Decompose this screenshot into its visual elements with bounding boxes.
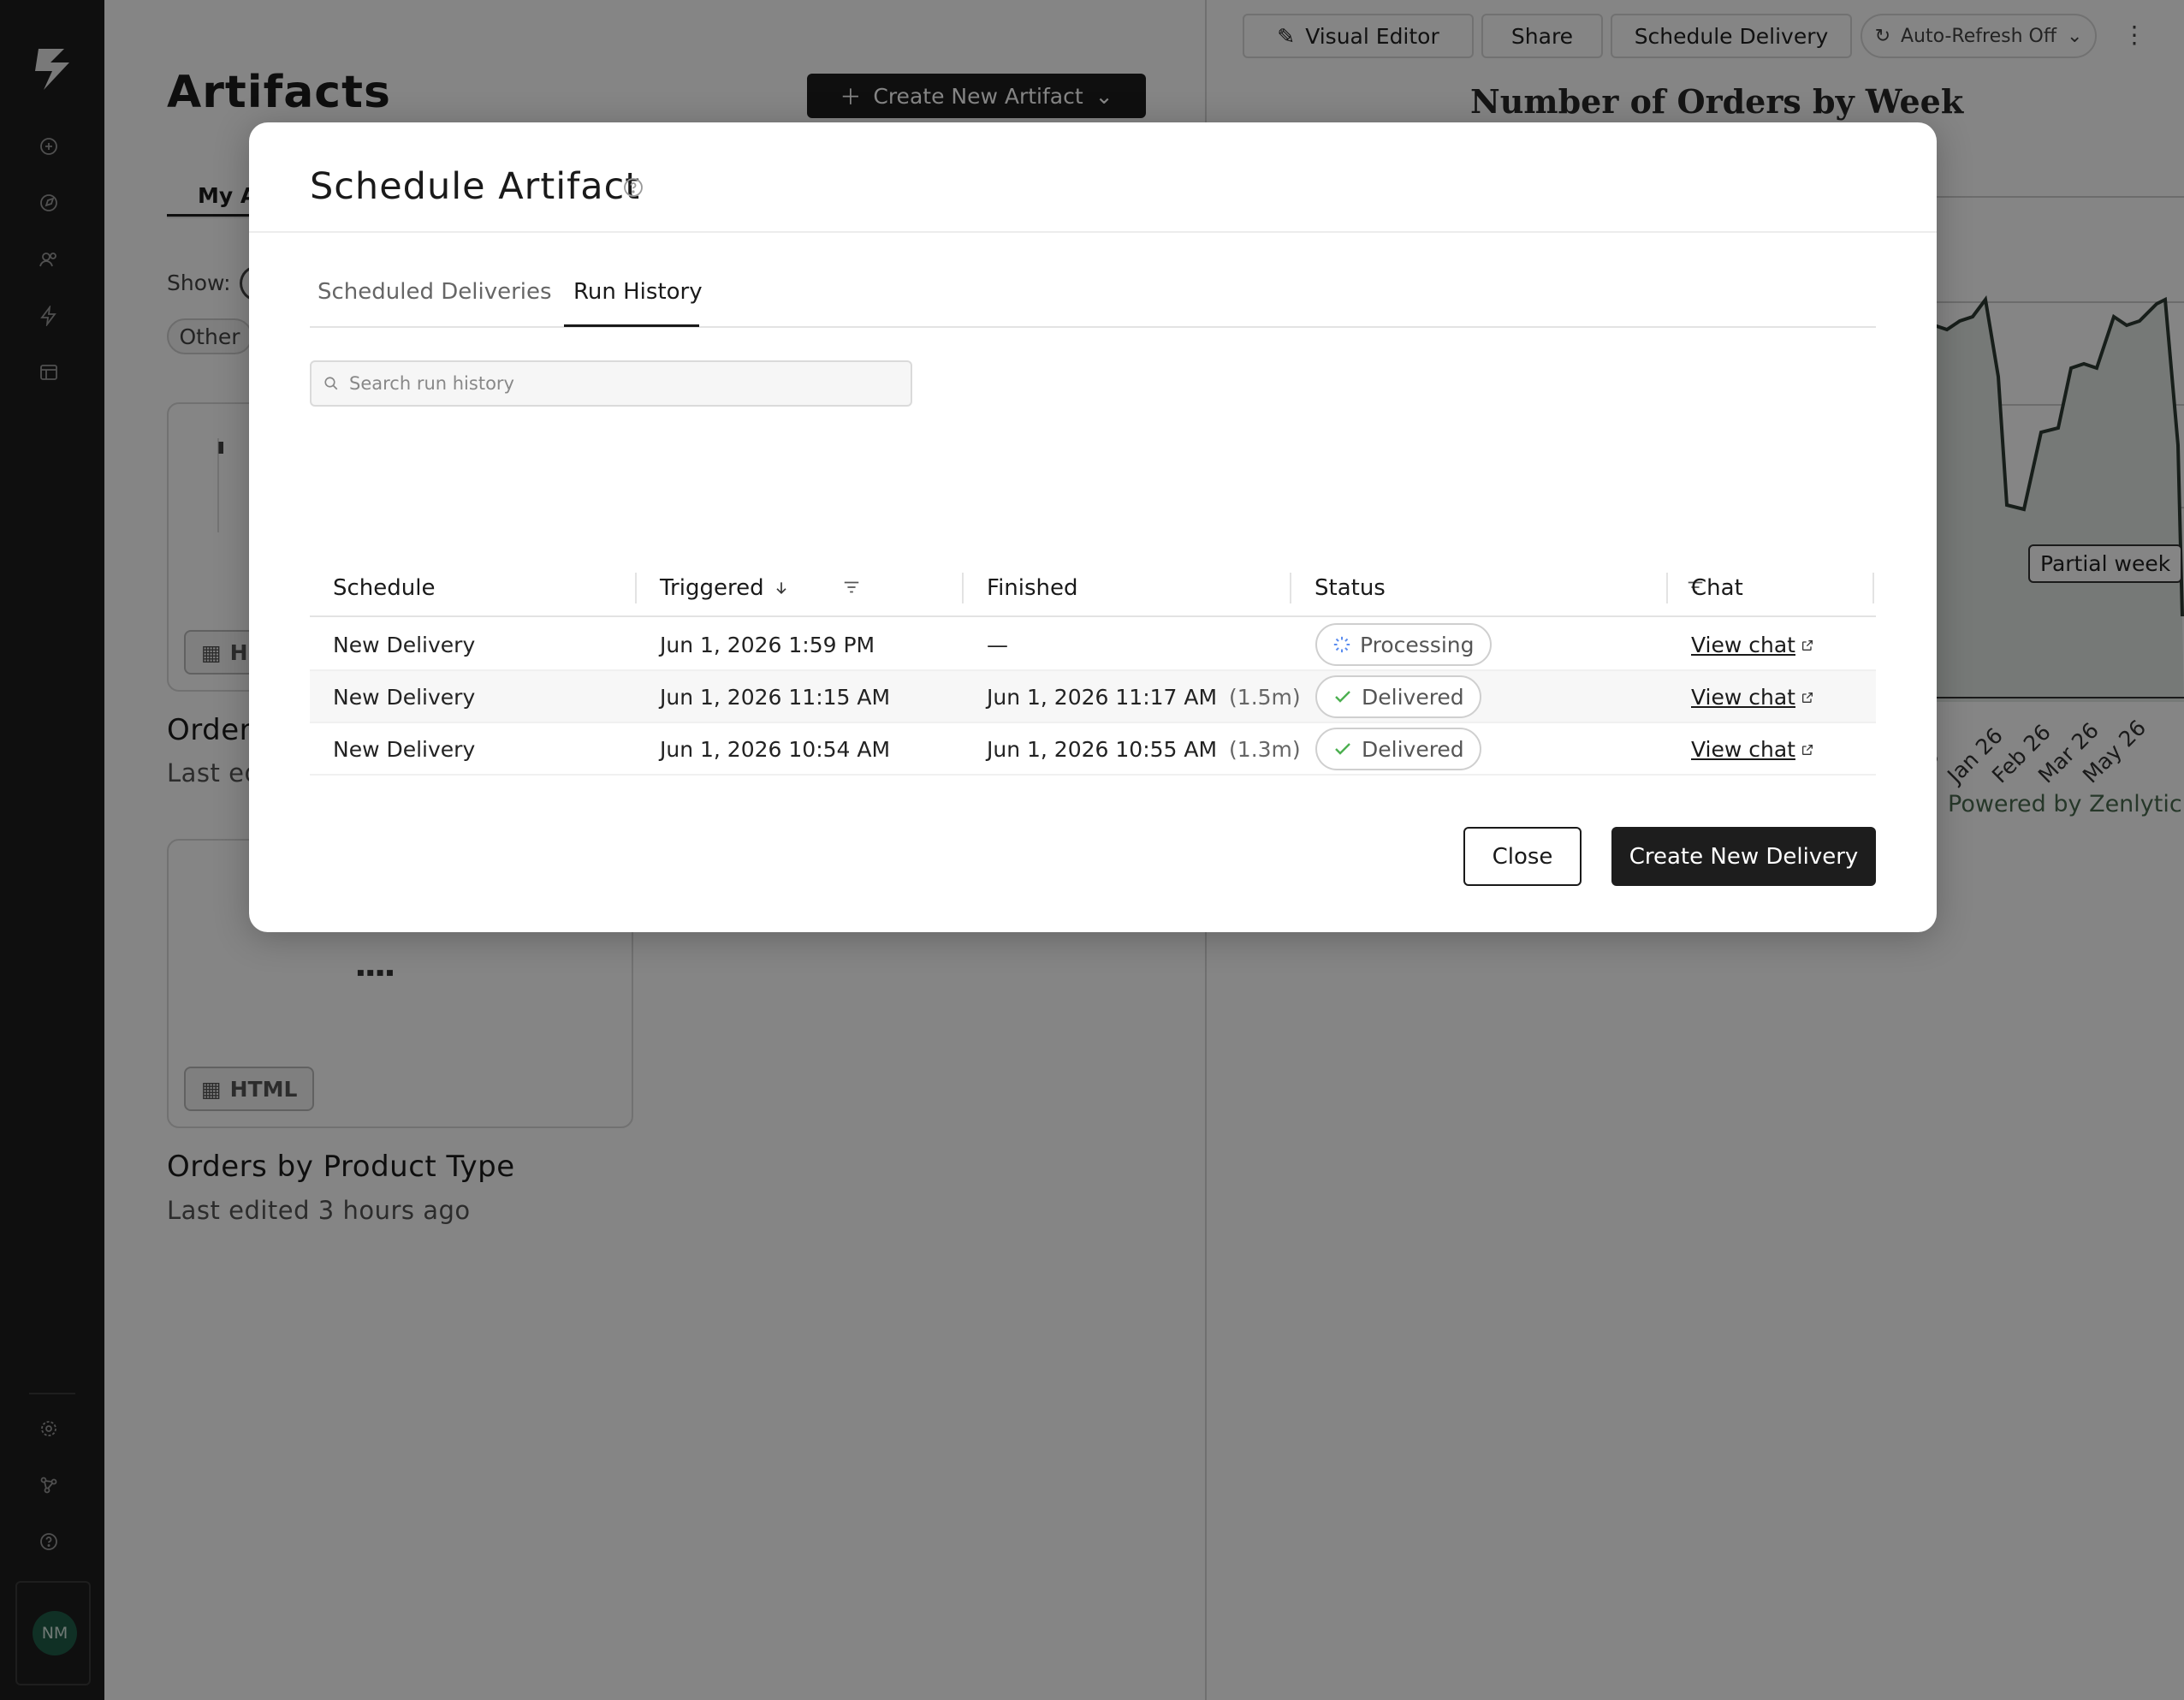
modal-header-divider — [249, 231, 1937, 233]
column-separator[interactable] — [1666, 573, 1668, 603]
external-link-icon — [1802, 639, 1813, 651]
schedule-artifact-modal: Schedule Artifact Scheduled Deliveries R… — [249, 122, 1937, 932]
cell-chat: View chat — [1691, 723, 1814, 776]
cell-finished: — — [987, 633, 1008, 657]
run-duration: (1.5m) — [1229, 685, 1301, 710]
column-header-schedule[interactable]: Schedule — [333, 559, 435, 617]
cell-triggered: Jun 1, 2026 1:59 PM — [660, 633, 875, 657]
tabs-divider — [310, 326, 1876, 328]
cell-schedule: New Delivery — [333, 633, 476, 657]
cell-schedule: New Delivery — [333, 737, 476, 762]
external-link-icon — [1802, 744, 1813, 755]
view-chat-link[interactable]: View chat — [1691, 633, 1814, 657]
status-badge: Processing — [1315, 623, 1492, 666]
active-tab-indicator — [564, 324, 699, 327]
table-row[interactable]: New Delivery Jun 1, 2026 11:15 AM Jun 1,… — [310, 671, 1876, 723]
column-header-triggered[interactable]: Triggered — [660, 559, 790, 617]
spinner-icon — [1333, 636, 1350, 653]
view-chat-label: View chat — [1691, 737, 1795, 762]
status-badge: Delivered — [1315, 675, 1481, 718]
column-separator[interactable] — [962, 573, 964, 603]
table-row[interactable]: New Delivery Jun 1, 2026 1:59 PM — Proce… — [310, 619, 1876, 671]
column-header-label: Schedule — [333, 575, 436, 601]
cell-chat: View chat — [1691, 619, 1814, 671]
column-separator[interactable] — [1290, 573, 1291, 603]
status-label: Delivered — [1362, 684, 1464, 710]
column-header-label: Triggered — [660, 575, 764, 601]
finished-time: Jun 1, 2026 11:17 AM — [987, 685, 1218, 710]
status-label: Processing — [1360, 632, 1475, 657]
create-new-delivery-button[interactable]: Create New Delivery — [1611, 827, 1876, 886]
run-duration: (1.3m) — [1229, 737, 1301, 762]
modal-title: Schedule Artifact — [310, 165, 641, 208]
cell-triggered: Jun 1, 2026 10:54 AM — [660, 737, 891, 762]
check-icon — [1335, 691, 1350, 703]
column-header-chat[interactable]: Chat — [1691, 559, 1743, 617]
sort-descending-icon[interactable] — [773, 580, 790, 597]
column-header-label: Status — [1315, 575, 1386, 601]
column-header-label: Chat — [1691, 575, 1743, 601]
column-separator[interactable] — [635, 573, 637, 603]
cell-triggered: Jun 1, 2026 11:15 AM — [660, 685, 891, 710]
column-header-finished[interactable]: Finished — [987, 559, 1078, 617]
cell-schedule: New Delivery — [333, 685, 476, 710]
view-chat-label: View chat — [1691, 685, 1795, 710]
search-run-history[interactable] — [310, 360, 912, 407]
close-button[interactable]: Close — [1463, 827, 1582, 886]
tab-run-history[interactable]: Run History — [573, 279, 703, 305]
column-separator[interactable] — [1872, 573, 1874, 603]
status-label: Delivered — [1362, 736, 1464, 762]
status-badge: Delivered — [1315, 728, 1481, 770]
check-icon — [1335, 743, 1350, 755]
cell-chat: View chat — [1691, 671, 1814, 723]
column-header-label: Finished — [987, 575, 1078, 601]
finished-time: Jun 1, 2026 10:55 AM — [987, 737, 1218, 762]
table-row[interactable]: New Delivery Jun 1, 2026 10:54 AM Jun 1,… — [310, 723, 1876, 776]
help-icon[interactable] — [623, 177, 644, 198]
filter-icon[interactable] — [842, 578, 861, 597]
tab-scheduled-deliveries[interactable]: Scheduled Deliveries — [318, 279, 552, 305]
view-chat-label: View chat — [1691, 633, 1795, 657]
table-header: Schedule Triggered Finished Status Chat — [310, 559, 1876, 617]
column-header-status[interactable]: Status — [1315, 559, 1386, 617]
view-chat-link[interactable]: View chat — [1691, 685, 1814, 710]
view-chat-link[interactable]: View chat — [1691, 737, 1814, 762]
search-icon — [324, 377, 338, 390]
external-link-icon — [1802, 692, 1813, 703]
cell-finished: Jun 1, 2026 11:17 AM (1.5m) — [987, 671, 1301, 723]
search-input[interactable] — [349, 373, 897, 394]
cell-finished: Jun 1, 2026 10:55 AM (1.3m) — [987, 723, 1301, 776]
